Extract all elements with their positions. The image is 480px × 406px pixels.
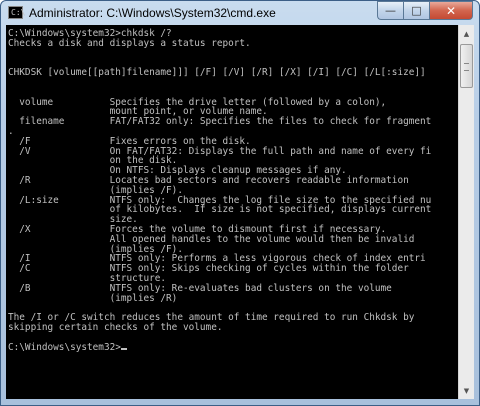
scroll-down-button[interactable]: ▼ xyxy=(459,382,474,399)
maximize-icon: □ xyxy=(411,4,422,17)
title-bar[interactable]: C:\ Administrator: C:\Windows\System32\c… xyxy=(1,1,479,25)
window-controls: — □ ✕ xyxy=(377,1,473,21)
cmd-app-icon-text: C:\ xyxy=(11,8,26,17)
minimize-button[interactable]: — xyxy=(377,1,403,20)
scroll-up-arrow-icon: ▲ xyxy=(463,29,470,38)
maximize-button[interactable]: □ xyxy=(403,1,429,20)
text-cursor xyxy=(120,347,127,350)
scroll-up-button[interactable]: ▲ xyxy=(459,25,474,42)
minimize-icon: — xyxy=(385,4,396,17)
scroll-thumb-grip xyxy=(464,63,469,71)
cmd-app-icon[interactable]: C:\ xyxy=(8,6,26,19)
cmd-window: C:\ Administrator: C:\Windows\System32\c… xyxy=(0,0,480,406)
scroll-thumb[interactable] xyxy=(460,44,473,88)
scroll-down-arrow-icon: ▼ xyxy=(463,386,470,395)
console-text: C:\Windows\system32>chkdsk /? Checks a d… xyxy=(8,28,432,353)
close-icon: ✕ xyxy=(445,3,457,18)
close-button[interactable]: ✕ xyxy=(429,1,473,20)
console-output[interactable]: C:\Windows\system32>chkdsk /? Checks a d… xyxy=(6,25,458,399)
window-title: Administrator: C:\Windows\System32\cmd.e… xyxy=(29,6,276,20)
vertical-scrollbar[interactable]: ▲ ▼ xyxy=(458,25,474,399)
